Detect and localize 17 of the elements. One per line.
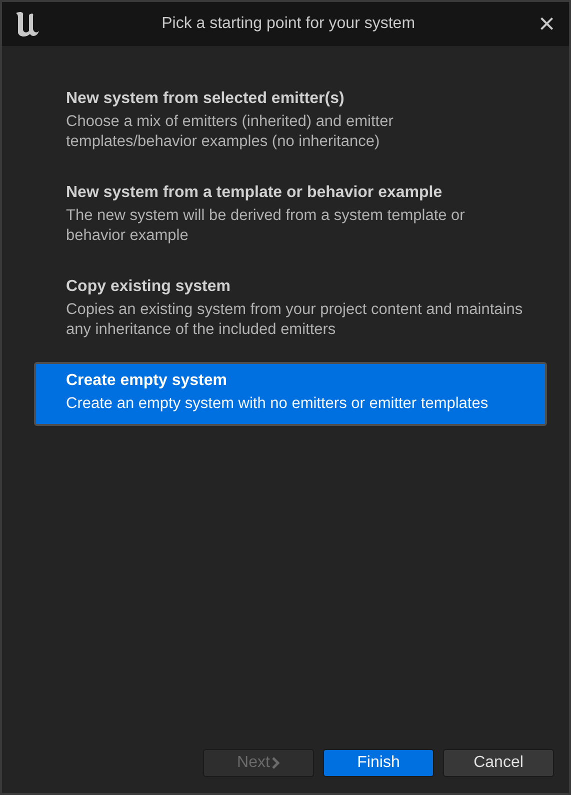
option-description: The new system will be derived from a system template or behavior example xyxy=(66,206,466,246)
option-item[interactable]: Create empty system Create an empty system with no emitters or emitter templates xyxy=(34,362,547,426)
option-item[interactable]: New system from a template or behavior example The new system will be derived from a system template or behavior example xyxy=(34,174,547,258)
option-description: Choose a mix of emitters (inherited) and emitter templates/behavior examples (no inheritance) xyxy=(66,112,394,152)
option-item[interactable]: New system from selected emitter(s) Choose a mix of emitters (inherited) and emitter templates/behavior examples (no inheritance) xyxy=(34,80,547,164)
finish-button[interactable]: Finish xyxy=(323,749,434,777)
option-title: Copy existing system xyxy=(66,278,232,296)
option-description: Create an empty system with no emitters or emitter templates xyxy=(66,394,490,414)
window-title: Pick a starting point for your system xyxy=(160,15,416,33)
option-title: Create empty system xyxy=(66,372,228,390)
option-description: Copies an existing system from your project content and maintains any inheritance of the included emitters xyxy=(66,300,524,340)
cancel-button[interactable]: Cancel xyxy=(443,749,554,777)
option-title: New system from a template or behavior example xyxy=(66,184,444,202)
chevron-icon xyxy=(272,757,280,769)
close-button[interactable]: × xyxy=(534,10,559,38)
option-item[interactable]: Copy existing system Copies an existing system from your project content and maintains any inheritance of the included emitters xyxy=(34,268,547,352)
option-title: New system from selected emitter(s) xyxy=(66,90,346,108)
